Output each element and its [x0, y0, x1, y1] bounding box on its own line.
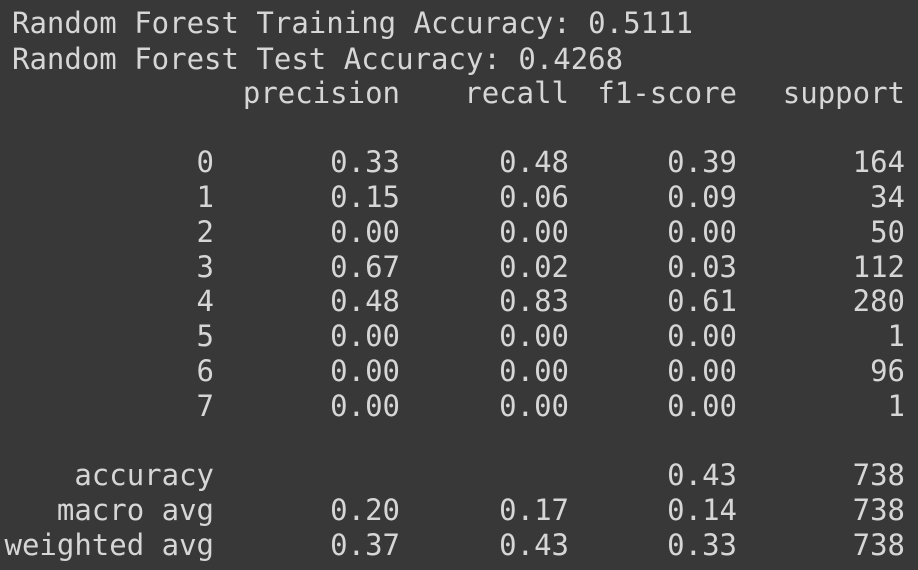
row-label: 0: [196, 145, 214, 179]
row-recall: 0.00: [499, 389, 569, 423]
row-precision: 0.20: [330, 493, 400, 527]
header-f1-score: f1-score: [597, 76, 737, 110]
test-accuracy-line: Random Forest Test Accuracy: 0.4268: [12, 42, 624, 76]
row-label: 2: [196, 215, 214, 249]
macro-avg-row: macro avg 0.20 0.17 0.14 738: [0, 493, 918, 527]
row-support: 164: [852, 145, 905, 179]
report-header: precision recall f1-score support: [0, 76, 918, 110]
row-support: 738: [852, 458, 905, 492]
report-row: 5 0.00 0.00 0.00 1: [0, 319, 918, 353]
row-recall: 0.83: [499, 284, 569, 318]
weighted-avg-row: weighted avg 0.37 0.43 0.33 738: [0, 528, 918, 562]
report-row: 4 0.48 0.83 0.61 280: [0, 284, 918, 318]
row-recall: 0.00: [499, 354, 569, 388]
header-support: support: [782, 76, 905, 110]
row-label: macro avg: [56, 493, 214, 527]
report-row: 2 0.00 0.00 0.00 50: [0, 215, 918, 249]
training-accuracy-line: Random Forest Training Accuracy: 0.5111: [12, 6, 693, 40]
row-support: 280: [852, 284, 905, 318]
row-recall: 0.02: [499, 250, 569, 284]
row-recall: 0.00: [499, 215, 569, 249]
row-recall: 0.43: [499, 528, 569, 562]
row-label: 5: [196, 319, 214, 353]
row-f1-score: 0.14: [667, 493, 737, 527]
row-recall: 0.17: [499, 493, 569, 527]
row-precision: 0.33: [330, 145, 400, 179]
row-label: 6: [196, 354, 214, 388]
row-f1-score: 0.03: [667, 250, 737, 284]
row-precision: 0.48: [330, 284, 400, 318]
row-support: 738: [852, 493, 905, 527]
row-f1-score: 0.00: [667, 319, 737, 353]
row-support: 50: [870, 215, 905, 249]
report-row: 3 0.67 0.02 0.03 112: [0, 250, 918, 284]
row-f1-score: 0.00: [667, 354, 737, 388]
row-precision: 0.00: [330, 319, 400, 353]
row-label: 7: [196, 389, 214, 423]
row-f1-score: 0.00: [667, 389, 737, 423]
row-support: 112: [852, 250, 905, 284]
row-precision: [214, 458, 400, 492]
row-recall: 0.48: [499, 145, 569, 179]
row-precision: 0.67: [330, 250, 400, 284]
report-row: 6 0.00 0.00 0.00 96: [0, 354, 918, 388]
row-label: 3: [196, 250, 214, 284]
row-f1-score: 0.09: [667, 180, 737, 214]
row-label: accuracy: [74, 458, 214, 492]
row-f1-score: 0.39: [667, 145, 737, 179]
row-precision: 0.00: [330, 389, 400, 423]
row-support: 34: [870, 180, 905, 214]
report-row: 7 0.00 0.00 0.00 1: [0, 389, 918, 423]
report-row: 0 0.33 0.48 0.39 164: [0, 145, 918, 179]
row-label: 4: [196, 284, 214, 318]
row-precision: 0.00: [330, 215, 400, 249]
row-recall: 0.00: [499, 319, 569, 353]
report-row: 1 0.15 0.06 0.09 34: [0, 180, 918, 214]
row-support: 1: [887, 389, 905, 423]
row-recall: 0.06: [499, 180, 569, 214]
row-support: 1: [887, 319, 905, 353]
header-recall: recall: [464, 76, 569, 110]
row-support: 738: [852, 528, 905, 562]
row-f1-score: 0.00: [667, 215, 737, 249]
header-precision: precision: [242, 76, 400, 110]
row-support: 96: [870, 354, 905, 388]
row-precision: 0.37: [330, 528, 400, 562]
row-f1-score: 0.61: [667, 284, 737, 318]
row-recall: [400, 458, 569, 492]
accuracy-row: accuracy 0.43 738: [0, 458, 918, 492]
row-precision: 0.00: [330, 354, 400, 388]
row-label: weighted avg: [4, 528, 214, 562]
row-label: 1: [196, 180, 214, 214]
row-f1-score: 0.43: [667, 458, 737, 492]
row-f1-score: 0.33: [667, 528, 737, 562]
row-precision: 0.15: [330, 180, 400, 214]
